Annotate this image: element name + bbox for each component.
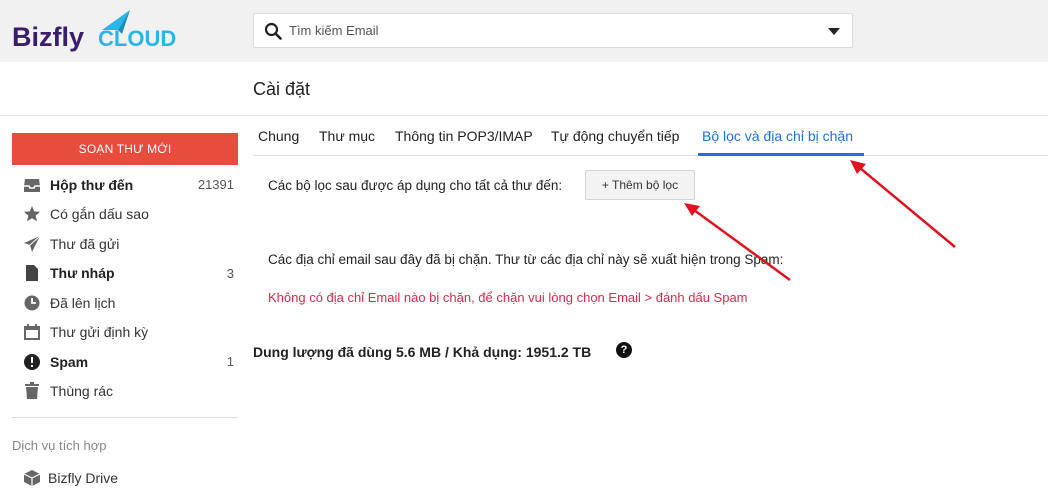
help-icon[interactable]: ? — [616, 342, 632, 358]
annotation-arrow-filters-tab — [850, 160, 956, 248]
active-tab-indicator — [698, 153, 864, 156]
sidebar-item-inbox[interactable]: Hộp thư đến 21391 — [12, 170, 238, 200]
sidebar-item-trash[interactable]: Thùng rác — [12, 377, 238, 407]
tab-filters-blocked[interactable]: Bộ lọc và địa chỉ bị chặn — [702, 128, 853, 144]
sidebar-item-label: Spam — [50, 353, 89, 370]
sidebar-item-spam[interactable]: Spam 1 — [12, 347, 238, 377]
bizfly-cloud-logo[interactable]: Bizfly CLOUD — [10, 8, 200, 56]
star-icon — [22, 204, 42, 224]
storage-usage: Dung lượng đã dùng 5.6 MB / Khả dụng: 19… — [253, 344, 592, 360]
spam-icon — [22, 352, 42, 372]
sidebar-divider — [12, 417, 238, 418]
sidebar-item-label: Có gắn dấu sao — [50, 206, 149, 223]
tab-general[interactable]: Chung — [258, 128, 299, 144]
annotation-arrow-add-filter — [684, 203, 791, 282]
tab-folders[interactable]: Thư mục — [319, 128, 375, 144]
header-divider — [0, 115, 1048, 116]
integrations-heading: Dịch vụ tích hợp — [12, 438, 107, 453]
unread-count: 21391 — [197, 177, 234, 193]
clock-icon — [22, 293, 42, 313]
sidebar-item-drafts[interactable]: Thư nháp 3 — [12, 259, 238, 289]
sidebar-item-bizfly-drive[interactable]: Bizfly Drive — [12, 465, 238, 491]
chevron-down-icon[interactable] — [828, 28, 840, 35]
calendar-icon — [22, 322, 42, 342]
tab-pop3-imap[interactable]: Thông tin POP3/IMAP — [395, 128, 533, 144]
sidebar-item-starred[interactable]: Có gắn dấu sao — [12, 200, 238, 230]
search-input[interactable] — [289, 15, 809, 46]
sidebar-item-label: Thùng rác — [50, 383, 114, 400]
sidebar-item-sent[interactable]: Thư đã gửi — [12, 229, 238, 259]
sidebar-item-label: Hộp thư đến — [50, 176, 134, 193]
sidebar-item-label: Thư gửi định kỳ — [50, 324, 149, 341]
send-icon — [22, 234, 42, 254]
tab-auto-forward[interactable]: Tự động chuyển tiếp — [551, 128, 679, 144]
add-filter-button[interactable]: + Thêm bộ lọc — [585, 170, 695, 200]
sidebar-item-label: Thư nháp — [50, 265, 115, 282]
blocked-description: Các địa chỉ email sau đây đã bị chặn. Th… — [268, 252, 784, 267]
page-title: Cài đặt — [253, 79, 311, 99]
draft-count: 3 — [226, 265, 234, 281]
settings-tabs: Chung Thư mục Thông tin POP3/IMAP Tự độn… — [253, 120, 1048, 156]
sidebar-item-recurring[interactable]: Thư gửi định kỳ — [12, 318, 238, 348]
sidebar-item-label: Bizfly Drive — [48, 470, 119, 486]
svg-text:Bizfly: Bizfly — [12, 22, 84, 52]
draft-icon — [22, 263, 42, 283]
sidebar-nav: Hộp thư đến 21391 Có gắn dấu sao Thư đã … — [12, 170, 238, 406]
search-icon[interactable] — [264, 22, 282, 40]
top-bar: Bizfly CLOUD — [0, 0, 1048, 62]
sidebar-item-scheduled[interactable]: Đã lên lịch — [12, 288, 238, 318]
spam-count: 1 — [226, 354, 234, 370]
compose-button[interactable]: SOẠN THƯ MỚI — [12, 133, 238, 165]
sidebar-item-label: Thư đã gửi — [50, 235, 120, 252]
trash-icon — [22, 381, 42, 401]
filters-description: Các bộ lọc sau được áp dụng cho tất cả t… — [268, 178, 563, 193]
inbox-icon — [22, 175, 42, 195]
search-bar[interactable] — [253, 13, 853, 48]
blocked-empty-message: Không có địa chỉ Email nào bị chặn, để c… — [268, 290, 748, 305]
sidebar-item-label: Đã lên lịch — [50, 294, 116, 311]
drive-box-icon — [22, 468, 42, 488]
